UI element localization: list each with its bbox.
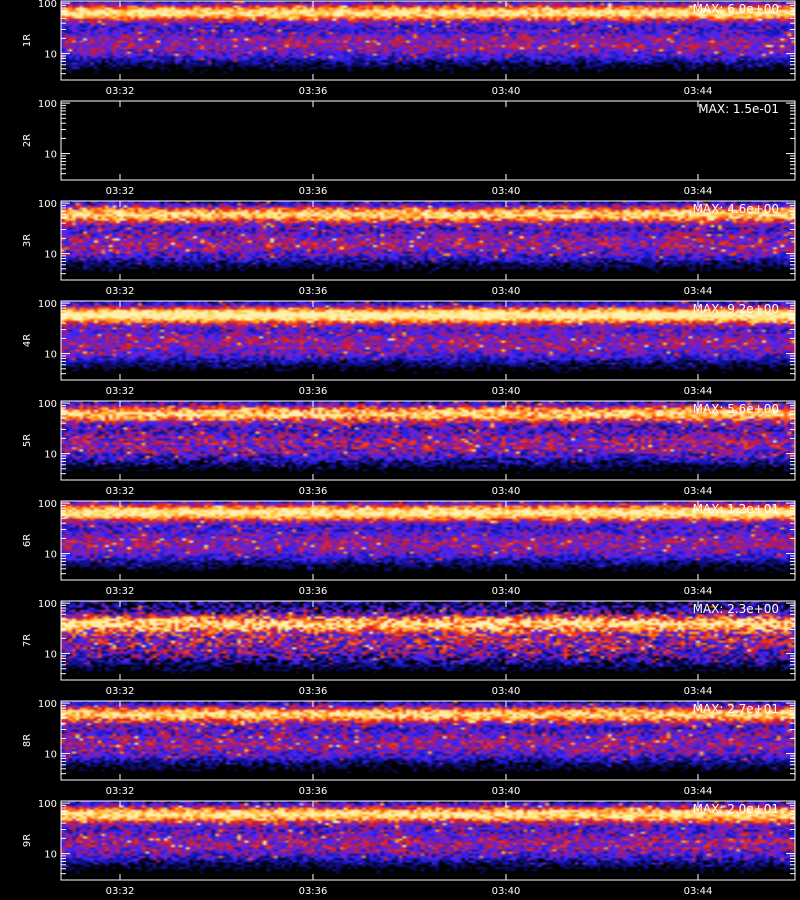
x-tick-label: 03:44	[684, 86, 713, 97]
max-annotation: MAX: 4.6e+00	[693, 202, 779, 216]
max-annotation: MAX: 1.2e+01	[693, 502, 779, 516]
y-tick-label: 10	[44, 750, 57, 761]
panel-4R: 100 10 4R 03:32 03:36 03:40 03:44 MAX: 9.2e+00	[22, 299, 796, 397]
max-annotation: MAX: 1.5e-01	[698, 102, 779, 116]
x-tick-label: 03:40	[492, 186, 521, 197]
x-tick-label: 03:40	[492, 586, 521, 597]
x-tick-label: 03:44	[684, 386, 713, 397]
x-tick-label: 03:40	[492, 386, 521, 397]
x-tick-label: 03:36	[299, 186, 328, 197]
y-tick-label: 100	[38, 799, 57, 810]
x-tick-label: 03:32	[106, 586, 135, 597]
y-tick-label: 100	[38, 199, 57, 210]
y-tick-label: 100	[38, 99, 57, 110]
max-annotation: MAX: 9.2e+00	[693, 302, 779, 316]
heatmap-raster	[61, 401, 795, 480]
max-annotation: MAX: 5.6e+00	[693, 402, 779, 416]
y-tick-label: 100	[38, 499, 57, 510]
x-tick-label: 03:36	[299, 86, 328, 97]
y-tick-label: 10	[44, 850, 57, 861]
x-tick-label: 03:36	[299, 686, 328, 697]
heatmap-raster	[61, 1, 795, 80]
panel-2R: 100 10 2R 03:32 03:36 03:40 03:44 MAX: 1.5e-01	[22, 99, 796, 197]
max-annotation: MAX: 2.3e+00	[693, 602, 779, 616]
x-tick-label: 03:36	[299, 786, 328, 797]
x-tick-label: 03:32	[106, 886, 135, 897]
heatmap-raster	[61, 601, 795, 680]
panel-1R: 100 10 1R 03:32 03:36 03:40 03:44 MAX: 6.0e+00	[22, 0, 796, 97]
x-tick-label: 03:40	[492, 486, 521, 497]
x-tick-label: 03:36	[299, 486, 328, 497]
y-tick-label: 100	[38, 399, 57, 410]
x-tick-label: 03:44	[684, 586, 713, 597]
x-tick-label: 03:40	[492, 886, 521, 897]
x-tick-label: 03:32	[106, 786, 135, 797]
y-tick-label: 10	[44, 350, 57, 361]
x-tick-label: 03:36	[299, 886, 328, 897]
x-tick-label: 03:44	[684, 686, 713, 697]
y-axis-label: 3R	[22, 234, 33, 247]
x-tick-label: 03:32	[106, 386, 135, 397]
x-tick-label: 03:44	[684, 286, 713, 297]
x-tick-label: 03:32	[106, 686, 135, 697]
x-tick-label: 03:44	[684, 786, 713, 797]
spectrogram-figure: 100101R03:32 03:36 03:40 03:44MAX: 6.0e+001…	[22, 0, 796, 897]
panel-5R: 100 10 5R 03:32 03:36 03:40 03:44 MAX: 5.6e+00	[22, 399, 796, 497]
panel-6R: 100 10 6R 03:32 03:36 03:40 03:44 MAX: 1.2e+01	[22, 499, 796, 597]
x-tick-label: 03:44	[684, 186, 713, 197]
x-tick-label: 03:44	[684, 886, 713, 897]
x-tick-label: 03:36	[299, 286, 328, 297]
x-tick-label: 03:32	[106, 186, 135, 197]
y-axis-label: 5R	[22, 434, 33, 447]
y-tick-label: 100	[38, 699, 57, 710]
x-tick-label: 03:32	[106, 86, 135, 97]
x-tick-label: 03:44	[684, 486, 713, 497]
y-tick-label: 10	[44, 50, 57, 61]
y-tick-label: 100	[38, 299, 57, 310]
panel-8R: 100 10 8R 03:32 03:36 03:40 03:44 MAX: 2.7e+01	[22, 699, 796, 797]
y-tick-label: 10	[44, 550, 57, 561]
y-tick-label: 10	[44, 450, 57, 461]
x-tick-label: 03:36	[299, 386, 328, 397]
x-tick-label: 03:40	[492, 86, 521, 97]
y-axis-label: 4R	[22, 334, 33, 347]
max-annotation: MAX: 2.0e+01	[693, 802, 779, 816]
y-tick-label: 10	[44, 250, 57, 261]
y-axis-label: 8R	[22, 734, 33, 747]
heatmap-raster	[61, 201, 795, 280]
y-axis-label: 2R	[22, 134, 33, 147]
heatmap-raster	[61, 301, 795, 380]
y-axis-label: 7R	[22, 634, 33, 647]
panel-9R: 100 10 9R 03:32 03:36 03:40 03:44 MAX: 2.0e+01	[22, 799, 796, 897]
y-tick-label: 100	[38, 0, 57, 10]
heatmap-raster	[61, 701, 795, 780]
y-axis-label: 6R	[22, 534, 33, 547]
panel-7R: 100 10 7R 03:32 03:36 03:40 03:44 MAX: 2.3e+00	[22, 599, 796, 697]
y-tick-label: 10	[44, 650, 57, 661]
x-tick-label: 03:32	[106, 486, 135, 497]
x-tick-label: 03:40	[492, 286, 521, 297]
y-tick-label: 100	[38, 599, 57, 610]
x-tick-label: 03:40	[492, 786, 521, 797]
max-annotation: MAX: 2.7e+01	[693, 702, 779, 716]
max-annotation: MAX: 6.0e+00	[693, 2, 779, 16]
y-tick-label: 10	[44, 150, 57, 161]
heatmap-raster	[61, 801, 795, 880]
heatmap-raster	[61, 101, 795, 180]
heatmap-raster	[61, 501, 795, 580]
y-axis-label: 1R	[22, 34, 33, 47]
x-tick-label: 03:32	[106, 286, 135, 297]
x-tick-label: 03:36	[299, 586, 328, 597]
y-axis-label: 9R	[22, 834, 33, 847]
panel-3R: 100 10 3R 03:32 03:36 03:40 03:44 MAX: 4.6e+00	[22, 199, 796, 297]
x-tick-label: 03:40	[492, 686, 521, 697]
